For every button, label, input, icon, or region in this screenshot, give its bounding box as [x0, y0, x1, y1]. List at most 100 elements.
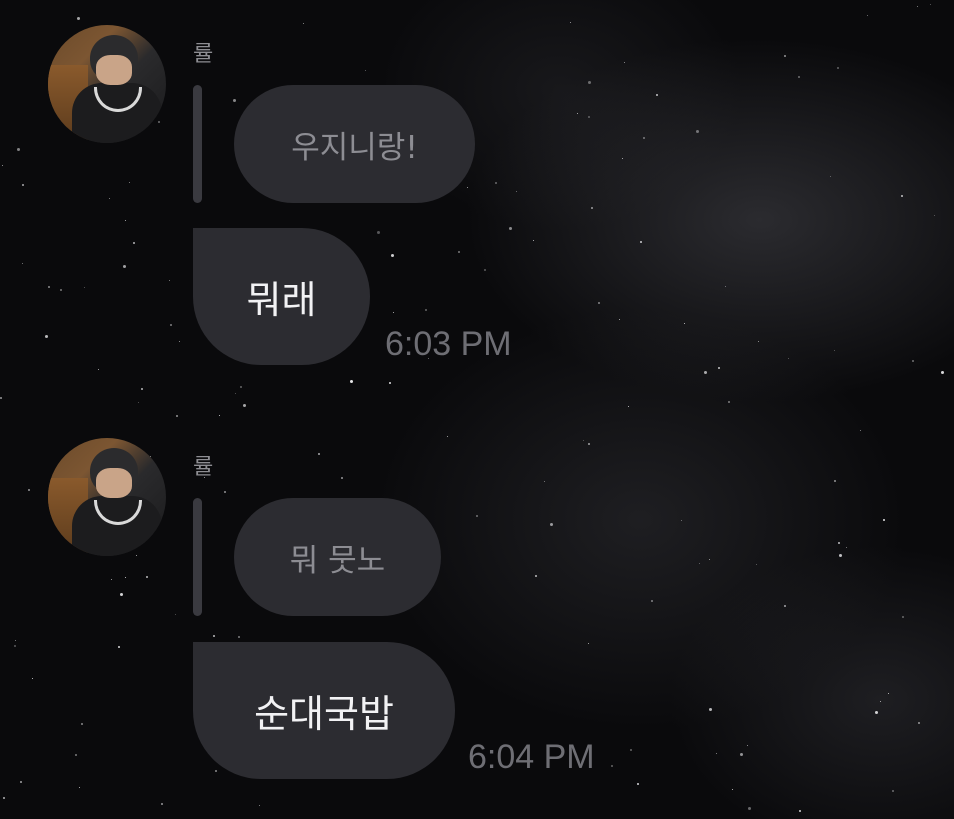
star: [484, 269, 486, 271]
message-bubble[interactable]: 뭐래: [193, 228, 370, 365]
star: [643, 137, 645, 139]
star: [748, 807, 751, 810]
star: [118, 646, 120, 648]
star: [704, 371, 707, 374]
star: [917, 6, 918, 7]
star: [233, 99, 236, 102]
star: [788, 358, 789, 359]
star: [45, 335, 48, 338]
star: [176, 415, 178, 417]
star: [628, 406, 629, 407]
avatar[interactable]: [48, 438, 166, 556]
star: [838, 542, 840, 544]
star: [588, 81, 591, 84]
star: [622, 158, 623, 159]
star: [716, 753, 717, 754]
quote-bar: [193, 498, 202, 616]
star: [213, 635, 215, 637]
star: [125, 577, 126, 578]
avatar[interactable]: [48, 25, 166, 143]
star: [341, 477, 343, 479]
quoted-message-bubble[interactable]: 우지니랑!: [234, 85, 475, 203]
star: [240, 386, 242, 388]
star: [798, 76, 800, 78]
star: [60, 289, 62, 291]
quoted-message-bubble[interactable]: 뭐 뭇노: [234, 498, 441, 616]
star: [393, 312, 394, 313]
star: [624, 62, 625, 63]
star: [934, 215, 935, 216]
star: [901, 195, 903, 197]
star: [447, 436, 448, 437]
star: [656, 94, 658, 96]
star: [892, 790, 894, 792]
star: [84, 287, 85, 288]
star: [725, 286, 726, 287]
star: [224, 491, 226, 493]
star: [570, 22, 571, 23]
star: [123, 265, 126, 268]
star: [880, 701, 881, 702]
star: [740, 753, 743, 756]
star: [784, 55, 786, 57]
star: [179, 341, 180, 342]
star: [303, 23, 304, 24]
star: [834, 480, 836, 482]
star: [495, 182, 497, 184]
star: [98, 369, 99, 370]
star: [15, 640, 16, 641]
star: [651, 600, 653, 602]
star: [684, 323, 685, 324]
message-timestamp: 6:03 PM: [385, 325, 512, 363]
star: [14, 645, 16, 647]
star: [709, 559, 710, 560]
star: [918, 722, 920, 724]
star: [588, 643, 589, 644]
star: [830, 176, 831, 177]
star: [758, 341, 759, 342]
star: [747, 745, 748, 746]
star: [533, 240, 534, 241]
star: [77, 17, 80, 20]
star: [22, 184, 24, 186]
star: [799, 810, 801, 812]
star: [619, 319, 620, 320]
star: [846, 547, 847, 548]
star: [696, 130, 699, 133]
star: [550, 523, 553, 526]
star: [467, 187, 468, 188]
star: [941, 371, 944, 374]
sender-name: 률: [193, 42, 214, 67]
star: [318, 453, 320, 455]
star: [588, 443, 590, 445]
message-bubble[interactable]: 순대국밥: [193, 642, 455, 779]
star: [834, 350, 835, 351]
star: [718, 367, 720, 369]
star: [120, 593, 123, 596]
star: [22, 263, 23, 264]
star: [365, 70, 366, 71]
star: [637, 783, 639, 785]
star: [732, 789, 733, 790]
star: [146, 576, 148, 578]
star: [591, 207, 593, 209]
star: [699, 563, 700, 564]
star: [138, 402, 139, 403]
star: [476, 515, 478, 517]
star: [175, 614, 176, 615]
chat-screen: 률 우지니랑! 뭐래 6:03 PM 률 뭐 뭇노 순대국밥 6:04 PM: [0, 0, 954, 819]
star: [238, 636, 240, 638]
star: [875, 711, 878, 714]
star: [784, 605, 786, 607]
star: [133, 242, 135, 244]
star: [458, 251, 460, 253]
star: [588, 116, 590, 118]
star: [837, 67, 839, 69]
star: [425, 309, 427, 311]
star: [611, 765, 613, 767]
star: [681, 520, 682, 521]
star: [75, 754, 77, 756]
star: [17, 148, 20, 151]
star: [391, 254, 394, 257]
star: [243, 404, 246, 407]
